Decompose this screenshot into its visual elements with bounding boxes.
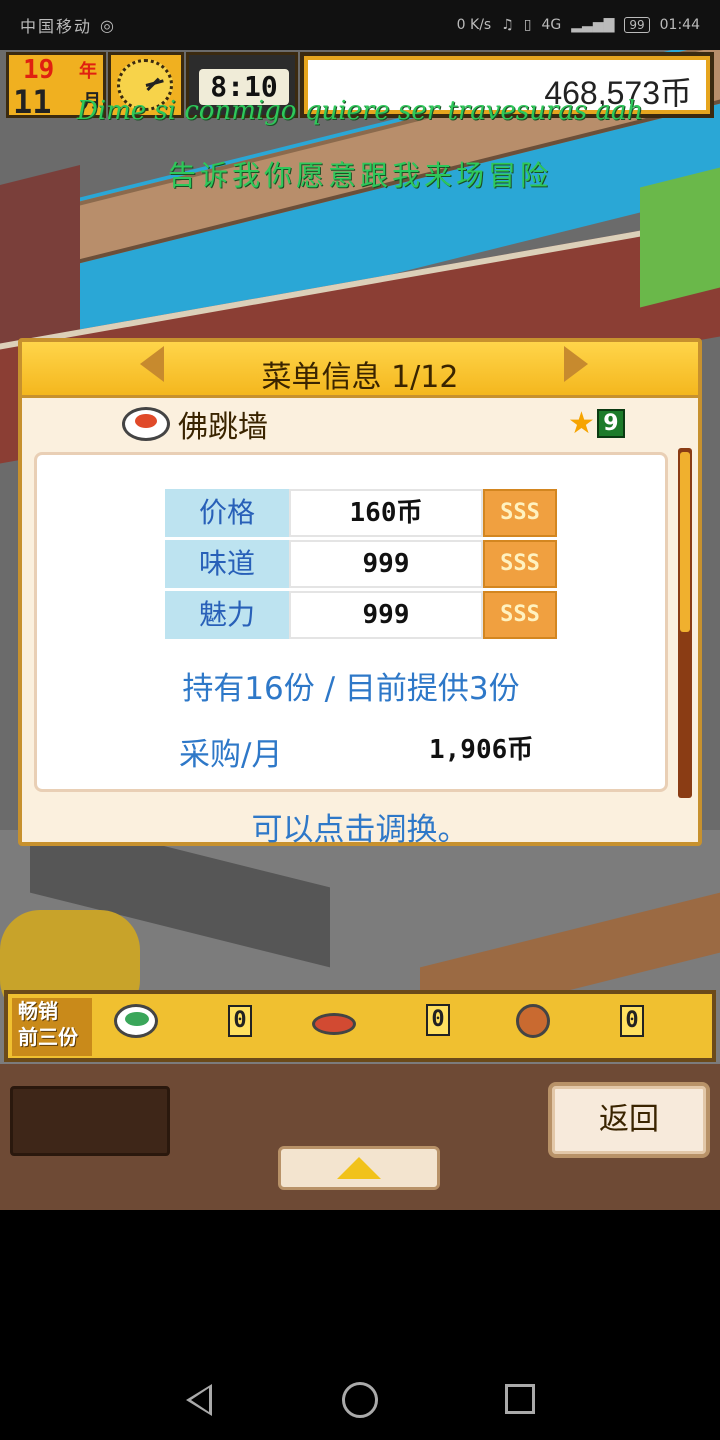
system-nav-bar <box>0 1360 720 1440</box>
bestseller-item-3: 0 <box>516 1004 644 1038</box>
bottom-panel: 返回 <box>0 1064 720 1210</box>
status-left: 中国移动 ◎ <box>20 13 116 37</box>
bestseller-bar: 畅销 前三份 0 0 0 <box>4 990 716 1062</box>
purchase-value: 1,906币 <box>429 735 534 765</box>
signal-bars-icon: ▂▃▅▇ <box>571 17 615 33</box>
grade-badge: SSS <box>483 540 557 588</box>
bestseller-count: 0 <box>620 1005 644 1037</box>
dish-header: 佛跳墙 <box>122 402 268 446</box>
star-icon: ★ <box>568 406 595 441</box>
up-arrow-icon <box>337 1157 381 1179</box>
status-right: 0 K/s ♫ ▯ 4G ▂▃▅▇ 99 01:44 <box>457 17 700 33</box>
stat-row-charm: 魅力 999 SSS <box>165 591 557 641</box>
stat-value: 999 <box>289 540 483 588</box>
star-count: 9 <box>596 409 625 438</box>
star-rating: ★ 9 <box>568 406 625 441</box>
lyric-line-2: 告诉我你愿意跟我来场冒险 <box>167 159 552 192</box>
stat-row-taste: 味道 999 SSS <box>165 540 557 590</box>
bestseller-item-2: 0 <box>312 1004 450 1036</box>
dialog-scrollbar[interactable] <box>678 448 692 798</box>
network-speed: 0 K/s <box>456 17 492 33</box>
stat-label: 魅力 <box>165 591 289 639</box>
carrier-logo-icon: ◎ <box>100 15 116 35</box>
bun-dish-icon <box>516 1004 550 1038</box>
stat-label: 价格 <box>165 489 289 537</box>
dialog-title: 菜单信息 1/12 <box>261 360 459 395</box>
scrollbar-thumb[interactable] <box>680 452 690 632</box>
carrier-label: 中国移动 <box>20 17 93 36</box>
year-value: 19 <box>23 55 55 85</box>
bestseller-label-line2: 前三份 <box>18 1025 78 1049</box>
status-bar: 中国移动 ◎ 0 K/s ♫ ▯ 4G ▂▃▅▇ 99 01:44 <box>0 0 720 50</box>
menu-info-dialog[interactable]: 菜单信息 1/12 佛跳墙 ★ 9 价格 160币 SSS 味道 999 SSS… <box>18 338 702 848</box>
dialog-header: 菜单信息 1/12 <box>22 342 698 398</box>
bestseller-label: 畅销 前三份 <box>12 998 92 1056</box>
battery-icon: 99 <box>624 17 650 33</box>
expand-up-button[interactable] <box>278 1146 440 1190</box>
bestseller-label-line1: 畅销 <box>18 999 58 1023</box>
stat-value: 160币 <box>289 489 483 537</box>
purchase-label: 采购/月 <box>179 737 283 773</box>
vibrate-icon: ▯ <box>523 17 532 33</box>
next-arrow-icon[interactable] <box>564 346 588 382</box>
stat-row-price: 价格 160币 SSS <box>165 489 557 539</box>
holding-text: 持有16份 / 目前提供3份 <box>182 671 520 707</box>
back-button[interactable]: 返回 <box>548 1082 710 1158</box>
grade-badge: SSS <box>483 591 557 639</box>
dish-name: 佛跳墙 <box>178 410 268 445</box>
empty-slot <box>10 1086 170 1156</box>
nav-home-icon[interactable] <box>342 1382 378 1418</box>
stat-value: 999 <box>289 591 483 639</box>
stat-label: 味道 <box>165 540 289 588</box>
dish-info-panel[interactable]: 价格 160币 SSS 味道 999 SSS 魅力 999 SSS 持有16份 … <box>34 452 668 792</box>
bestseller-count: 0 <box>228 1005 252 1037</box>
clock-time: 01:44 <box>659 17 700 33</box>
dish-bowl-icon <box>122 407 170 441</box>
salad-dish-icon <box>114 1004 158 1038</box>
bestseller-count: 0 <box>426 1004 450 1036</box>
grade-badge: SSS <box>483 489 557 537</box>
bestseller-item-1: 0 <box>114 1004 252 1038</box>
nav-back-icon[interactable] <box>186 1384 212 1416</box>
year-label: 年 <box>79 61 97 82</box>
signal-label: 4G <box>541 17 562 33</box>
stat-table: 价格 160币 SSS 味道 999 SSS 魅力 999 SSS <box>165 489 557 642</box>
lyric-line-1: Dime si conmigo quiere ser travesuras aa… <box>76 96 644 126</box>
headphone-icon: ♫ <box>501 17 514 33</box>
nav-recent-apps-icon[interactable] <box>505 1384 535 1414</box>
swap-hint: 可以点击调换。 <box>251 812 469 848</box>
meat-dish-icon <box>312 1013 356 1035</box>
